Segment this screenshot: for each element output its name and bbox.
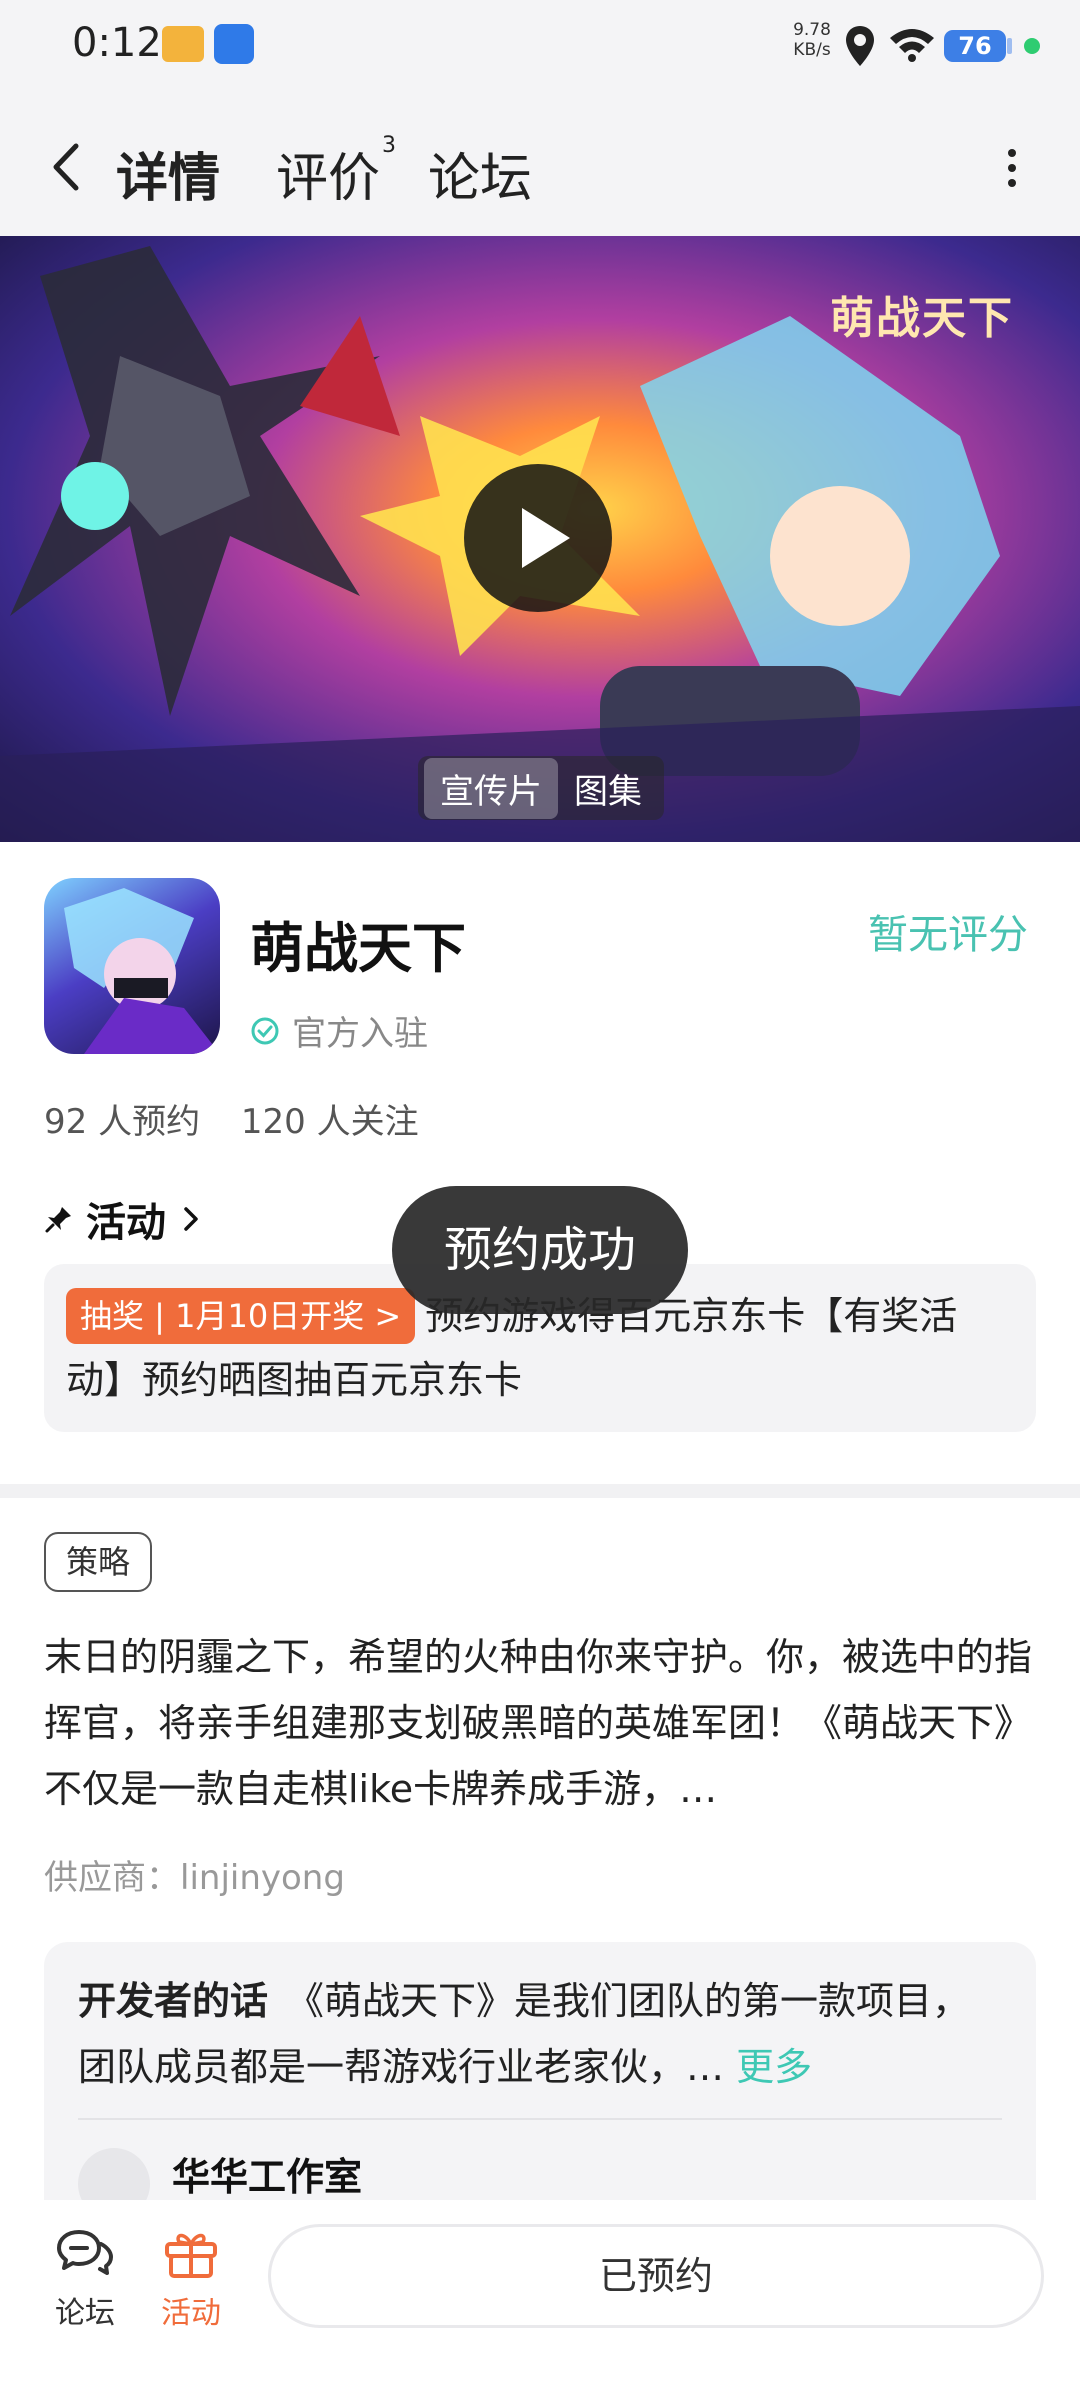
more-link[interactable]: 更多: [736, 2045, 812, 2089]
tab-review[interactable]: 评价3: [276, 132, 397, 211]
supplier-text: 供应商：linjinyong: [44, 1858, 345, 1898]
developer-notes-label: 开发者的话: [78, 1979, 269, 2023]
promo-banner[interactable]: 萌战天下 宣传片 图集: [0, 236, 1080, 842]
back-icon[interactable]: [44, 140, 94, 194]
bottom-activity-button[interactable]: 活动: [146, 2226, 236, 2332]
reservation-success-toast: 预约成功: [392, 1186, 688, 1314]
chevron-right-icon: [184, 1207, 198, 1231]
tab-review-label: 评价: [276, 149, 381, 209]
app-notification-icon: [162, 26, 204, 62]
status-dot: [1024, 38, 1040, 54]
developer-card-divider: [78, 2118, 1002, 2120]
status-bar: 0:12 9.78 KB/s 76: [0, 0, 1080, 96]
genre-tag[interactable]: 策略: [44, 1532, 153, 1592]
net-speed-value: 9.78: [793, 20, 831, 40]
banner-media-tabs: 宣传片 图集: [418, 756, 664, 820]
reserved-button[interactable]: 已预约: [268, 2224, 1044, 2328]
official-badge: 官方入驻: [250, 1006, 428, 1055]
section-divider: [0, 1484, 1080, 1498]
game-stats: 92 人预约 120 人关注: [44, 1094, 449, 1143]
game-icon: [44, 878, 220, 1054]
tab-forum-label: 论坛: [428, 149, 533, 209]
pin-icon: [45, 1207, 71, 1233]
banner-game-logo: 萌战天下: [830, 293, 1014, 344]
description-text[interactable]: 末日的阴霾之下，希望的火种由你来守护。你，被选中的指挥官，将亲手组建那支划破黑暗…: [44, 1624, 1036, 1822]
review-count-badge: 3: [382, 132, 397, 158]
lottery-tag: 抽奖 | 1月10日开奖 >: [66, 1288, 416, 1344]
game-info-card: 萌战天下 暂无评分 官方入驻 92 人预约 120 人关注 活动 抽奖 | 1月…: [0, 842, 1080, 1484]
tab-forum[interactable]: 论坛: [428, 136, 532, 211]
wifi-icon: [890, 29, 934, 62]
activity-section-header[interactable]: 活动: [44, 1190, 202, 1248]
bottom-forum-button[interactable]: 论坛: [40, 2226, 130, 2332]
studio-name[interactable]: 华华工作室: [172, 2146, 362, 2201]
tab-detail-label: 详情: [116, 149, 221, 209]
bottom-action-bar: 论坛 活动 已预约: [0, 2200, 1080, 2400]
more-options-icon[interactable]: [1002, 148, 1022, 188]
play-icon: [522, 508, 570, 568]
developer-notes-text: 开发者的话 《萌战天下》是我们团队的第一款项目，团队成员都是一帮游戏行业老家伙，……: [78, 1968, 1002, 2100]
network-speed: 9.78 KB/s: [790, 20, 834, 60]
banner-tab-gallery[interactable]: 图集: [558, 758, 658, 819]
verified-check-icon: [251, 1017, 279, 1044]
activity-heading: 活动: [86, 1200, 166, 1246]
battery-icon: 76: [944, 30, 1006, 62]
gift-icon: [165, 2233, 217, 2278]
game-description-section: 策略 末日的阴霾之下，希望的火种由你来守护。你，被选中的指挥官，将亲手组建那支划…: [0, 1498, 1080, 2242]
battery-cap: [1007, 38, 1012, 54]
official-label: 官方入驻: [292, 1014, 428, 1054]
follower-count: 120 人关注: [240, 1102, 419, 1142]
app-notification-icon-2: [214, 24, 254, 64]
developer-notes-card[interactable]: 开发者的话 《萌战天下》是我们团队的第一款项目，团队成员都是一帮游戏行业老家伙，……: [44, 1942, 1036, 2242]
play-video-button[interactable]: [464, 464, 612, 612]
forum-icon: [57, 2230, 113, 2275]
net-speed-unit: KB/s: [793, 40, 831, 60]
location-icon: [846, 26, 874, 66]
forum-label: 论坛: [55, 2296, 115, 2331]
rating-text: 暂无评分: [868, 912, 1028, 958]
reservation-count: 92 人预约: [44, 1102, 201, 1142]
game-title: 萌战天下: [250, 917, 466, 980]
status-time: 0:12: [72, 20, 162, 66]
banner-tab-video[interactable]: 宣传片: [424, 757, 558, 819]
top-nav: 详情 评价3 论坛: [0, 96, 1080, 236]
activity-label: 活动: [161, 2296, 221, 2331]
tab-detail[interactable]: 详情: [116, 136, 228, 211]
